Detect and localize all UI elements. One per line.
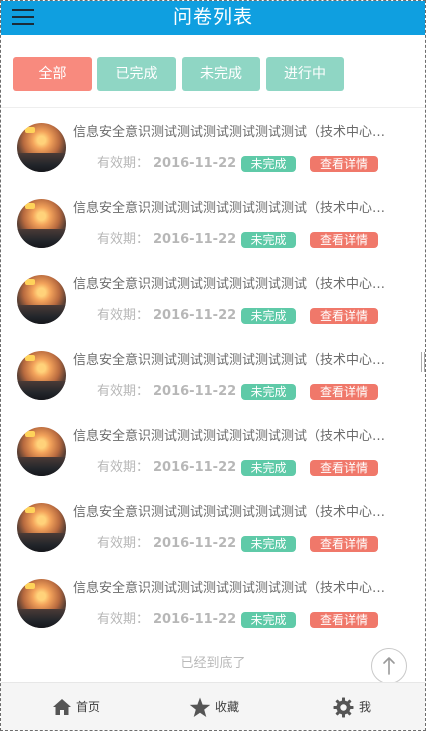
survey-thumbnail bbox=[17, 579, 66, 628]
expiry-label: 有效期： bbox=[97, 460, 150, 475]
status-badge: 未完成 bbox=[241, 536, 296, 552]
survey-meta: 有效期： 2016-11-22 未完成 查看详情 bbox=[97, 460, 417, 476]
view-details-button[interactable]: 查看详情 bbox=[310, 612, 378, 628]
survey-meta: 有效期： 2016-11-22 未完成 查看详情 bbox=[97, 536, 417, 552]
status-badge: 未完成 bbox=[241, 612, 296, 628]
survey-thumbnail bbox=[17, 123, 66, 172]
status-badge: 未完成 bbox=[241, 232, 296, 248]
expiry-date: 2016-11-22 bbox=[153, 232, 237, 247]
tab-favorites-label: 收藏 bbox=[215, 700, 240, 714]
expiry-label: 有效期： bbox=[97, 156, 150, 171]
view-details-button[interactable]: 查看详情 bbox=[310, 308, 378, 324]
survey-list-item[interactable]: 信息安全意识测试测试测试测试测试测试（技术中心… 有效期： 2016-11-22… bbox=[1, 184, 425, 260]
view-details-button[interactable]: 查看详情 bbox=[310, 460, 378, 476]
status-badge: 未完成 bbox=[241, 156, 296, 172]
survey-title[interactable]: 信息安全意识测试测试测试测试测试测试（技术中心… bbox=[73, 504, 411, 522]
survey-list-item[interactable]: 信息安全意识测试测试测试测试测试测试（技术中心… 有效期： 2016-11-22… bbox=[1, 260, 425, 336]
app-frame: 问卷列表 全部 已完成 未完成 进行中 信息安全意识测试测试测试测试测试测试（技… bbox=[0, 0, 426, 731]
survey-title[interactable]: 信息安全意识测试测试测试测试测试测试（技术中心… bbox=[73, 428, 411, 446]
expiry-date: 2016-11-22 bbox=[153, 536, 237, 551]
filter-all-button[interactable]: 全部 bbox=[13, 57, 92, 91]
tab-home-label: 首页 bbox=[76, 700, 101, 714]
survey-title[interactable]: 信息安全意识测试测试测试测试测试测试（技术中心… bbox=[73, 580, 411, 598]
expiry-label: 有效期： bbox=[97, 232, 150, 247]
view-details-button[interactable]: 查看详情 bbox=[310, 232, 378, 248]
survey-thumbnail bbox=[17, 275, 66, 324]
tab-me-label: 我 bbox=[359, 700, 372, 714]
expiry-date: 2016-11-22 bbox=[153, 384, 237, 399]
tab-favorites[interactable]: 收藏 bbox=[187, 683, 277, 730]
survey-meta: 有效期： 2016-11-22 未完成 查看详情 bbox=[97, 384, 417, 400]
view-details-button[interactable]: 查看详情 bbox=[310, 156, 378, 172]
expiry-date: 2016-11-22 bbox=[153, 612, 237, 627]
survey-list-item[interactable]: 信息安全意识测试测试测试测试测试测试（技术中心… 有效期： 2016-11-22… bbox=[1, 412, 425, 488]
view-details-button[interactable]: 查看详情 bbox=[310, 384, 378, 400]
end-of-list-text: 已经到底了 bbox=[180, 656, 246, 671]
status-badge: 未完成 bbox=[241, 460, 296, 476]
header-bar: 问卷列表 bbox=[1, 1, 425, 35]
filter-in-progress-button[interactable]: 进行中 bbox=[266, 57, 344, 91]
survey-title[interactable]: 信息安全意识测试测试测试测试测试测试（技术中心… bbox=[73, 124, 411, 142]
page-title: 问卷列表 bbox=[172, 6, 253, 28]
expiry-label: 有效期： bbox=[97, 384, 150, 399]
status-badge: 未完成 bbox=[241, 308, 296, 324]
survey-meta: 有效期： 2016-11-22 未完成 查看详情 bbox=[97, 308, 417, 324]
survey-list-item[interactable]: 信息安全意识测试测试测试测试测试测试（技术中心… 有效期： 2016-11-22… bbox=[1, 336, 425, 412]
survey-thumbnail bbox=[17, 427, 66, 476]
survey-thumbnail bbox=[17, 199, 66, 248]
survey-title[interactable]: 信息安全意识测试测试测试测试测试测试（技术中心… bbox=[73, 200, 411, 218]
view-details-button[interactable]: 查看详情 bbox=[310, 536, 378, 552]
gear-icon bbox=[333, 697, 354, 718]
survey-thumbnail bbox=[17, 503, 66, 552]
survey-list-item[interactable]: 信息安全意识测试测试测试测试测试测试（技术中心… 有效期： 2016-11-22… bbox=[1, 108, 425, 184]
tab-home[interactable]: 首页 bbox=[49, 683, 139, 730]
bottom-tab-bar: 首页 收藏 我 bbox=[1, 682, 425, 730]
back-to-top-button[interactable] bbox=[371, 648, 407, 684]
survey-list-item[interactable]: 信息安全意识测试测试测试测试测试测试（技术中心… 有效期： 2016-11-22… bbox=[1, 564, 425, 640]
survey-thumbnail bbox=[17, 351, 66, 400]
survey-list-item[interactable]: 信息安全意识测试测试测试测试测试测试（技术中心… 有效期： 2016-11-22… bbox=[1, 488, 425, 564]
filter-incomplete-button[interactable]: 未完成 bbox=[182, 57, 260, 91]
expiry-label: 有效期： bbox=[97, 536, 150, 551]
tab-me[interactable]: 我 bbox=[333, 683, 423, 730]
survey-meta: 有效期： 2016-11-22 未完成 查看详情 bbox=[97, 156, 417, 172]
filter-completed-button[interactable]: 已完成 bbox=[97, 57, 176, 91]
home-icon bbox=[53, 699, 71, 715]
survey-meta: 有效期： 2016-11-22 未完成 查看详情 bbox=[97, 612, 417, 628]
status-badge: 未完成 bbox=[241, 384, 296, 400]
resize-handle[interactable] bbox=[421, 352, 425, 372]
star-icon bbox=[189, 697, 211, 717]
expiry-date: 2016-11-22 bbox=[153, 156, 237, 171]
expiry-label: 有效期： bbox=[97, 612, 150, 627]
expiry-date: 2016-11-22 bbox=[153, 460, 237, 475]
expiry-date: 2016-11-22 bbox=[153, 308, 237, 323]
expiry-label: 有效期： bbox=[97, 308, 150, 323]
survey-title[interactable]: 信息安全意识测试测试测试测试测试测试（技术中心… bbox=[73, 352, 411, 370]
survey-title[interactable]: 信息安全意识测试测试测试测试测试测试（技术中心… bbox=[73, 276, 411, 294]
arrow-up-icon bbox=[383, 657, 395, 675]
survey-meta: 有效期： 2016-11-22 未完成 查看详情 bbox=[97, 232, 417, 248]
